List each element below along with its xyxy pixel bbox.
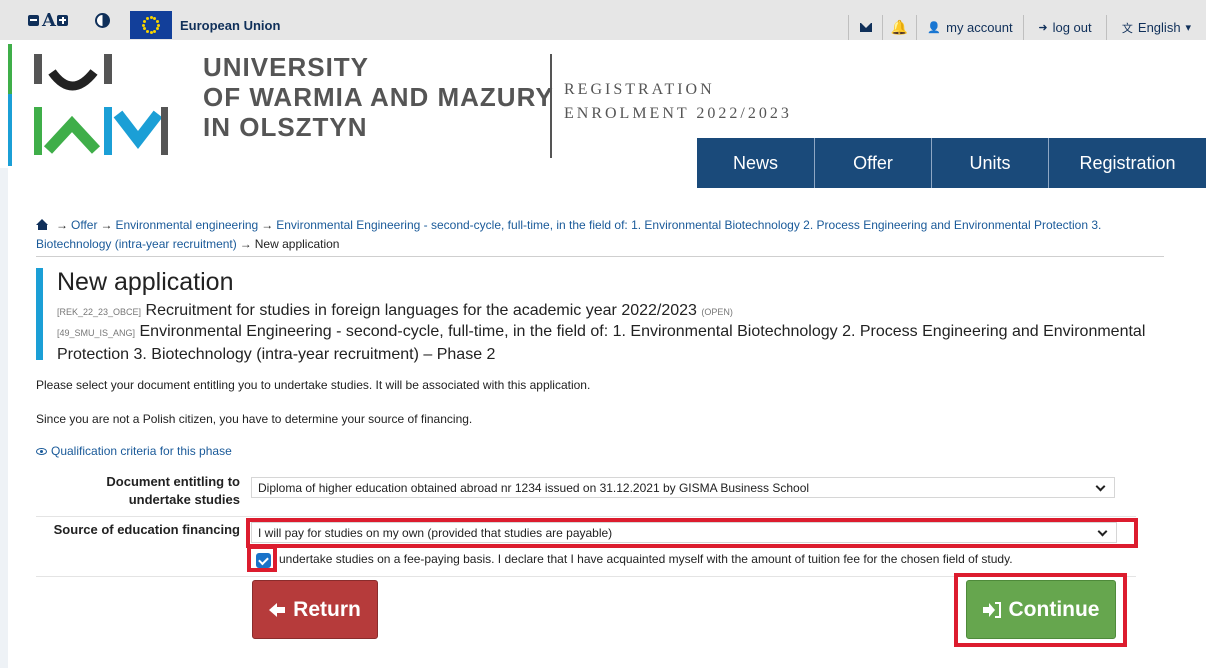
eu-star <box>145 17 149 20</box>
home-icon[interactable] <box>36 219 49 230</box>
nav-item-news[interactable]: News <box>697 138 815 188</box>
program-name: Environmental Engineering - second-cycle… <box>57 323 1146 363</box>
breadcrumb-separator: → <box>261 218 274 232</box>
declaration-text: undertake studies on a fee-paying basis.… <box>279 552 1013 566</box>
program-code: [49_SMU_IS_ANG] <box>57 328 136 338</box>
left-margin-strip <box>0 168 8 668</box>
log-out-label: log out <box>1052 20 1092 35</box>
eye-icon <box>36 448 47 455</box>
recruitment-name: Recruitment for studies in foreign langu… <box>145 302 697 319</box>
highlight-continue-button <box>954 573 1127 647</box>
eu-star <box>149 16 153 19</box>
enrolment-title: ENROLMENT 2022/2023 <box>564 105 792 122</box>
my-account-link[interactable]: 👤 my account <box>916 15 1023 40</box>
notifications-button[interactable]: 🔔 <box>882 15 916 40</box>
university-name-line-1: UNIVERSITY <box>203 52 370 82</box>
chevron-down-icon: ▾ <box>1185 22 1192 34</box>
recruitment-code: [REK_22_23_OBCE] <box>57 307 142 317</box>
university-logo[interactable] <box>28 52 168 157</box>
form-row-divider <box>36 516 1136 517</box>
eu-star <box>142 23 145 27</box>
return-button[interactable]: Return <box>252 580 378 639</box>
financing-info-text: Since you are not a Polish citizen, you … <box>36 412 473 426</box>
breadcrumb-divider <box>36 256 1164 257</box>
breadcrumb-separator: → <box>56 218 68 232</box>
main-nav: News Offer Units Registration <box>697 138 1206 188</box>
eu-star <box>143 19 146 23</box>
log-out-link[interactable]: ➜ log out <box>1023 15 1106 40</box>
nav-item-offer[interactable]: Offer <box>815 138 932 188</box>
eu-flag-icon <box>130 11 172 39</box>
breadcrumb-item-field[interactable]: Environmental engineering <box>115 218 258 232</box>
eu-label: European Union <box>180 18 281 33</box>
eu-star <box>155 27 159 31</box>
document-label: Document entitling to undertake studies <box>106 474 240 507</box>
title-accent-bar <box>36 268 43 360</box>
font-size-letter[interactable]: A <box>42 0 56 40</box>
messages-button[interactable] <box>848 15 882 40</box>
program-line: [49_SMU_IS_ANG] Environmental Engineerin… <box>57 321 1167 365</box>
nav-item-units[interactable]: Units <box>932 138 1049 188</box>
breadcrumb: → Offer → Environmental engineering → Environ… <box>36 216 1166 254</box>
page-title: New application <box>57 268 234 296</box>
nav-item-registration[interactable]: Registration <box>1049 138 1206 188</box>
university-name-line-2: OF WARMIA AND MAZURY <box>203 82 554 112</box>
recruitment-line: [REK_22_23_OBCE] Recruitment for studies… <box>57 300 733 323</box>
recruitment-status: (open) <box>701 307 733 317</box>
registration-title: REGISTRATION <box>564 81 715 98</box>
sign-out-icon: ➜ <box>1038 22 1048 34</box>
highlight-declaration-checkbox <box>247 545 277 572</box>
breadcrumb-separator: → <box>100 218 113 232</box>
language-selector[interactable]: 文 English ▾ <box>1106 15 1206 40</box>
qualification-criteria-label: Qualification criteria for this phase <box>51 444 232 458</box>
eu-star <box>157 23 160 27</box>
document-select[interactable]: Diploma of higher education obtained abr… <box>251 477 1115 498</box>
breadcrumb-item-offer[interactable]: Offer <box>71 218 97 232</box>
eu-star <box>153 29 157 33</box>
user-icon: 👤 <box>927 22 942 34</box>
university-name: UNIVERSITY OF WARMIA AND MAZURY IN OLSZT… <box>203 52 554 142</box>
eu-star <box>149 31 153 34</box>
qualification-criteria-link[interactable]: Qualification criteria for this phase <box>36 444 232 458</box>
chevron-down-icon <box>1095 481 1106 492</box>
document-info-text: Please select your document entitling yo… <box>36 378 591 392</box>
decrease-font-button[interactable] <box>28 0 41 40</box>
arrow-left-icon <box>269 602 286 617</box>
document-select-value: Diploma of higher education obtained abr… <box>258 480 810 495</box>
my-account-label: my account <box>946 20 1013 35</box>
increase-font-button[interactable] <box>57 0 68 40</box>
return-label: Return <box>293 597 361 621</box>
contrast-icon[interactable] <box>95 0 110 40</box>
university-name-line-3: IN OLSZTYN <box>203 112 368 142</box>
header-divider <box>550 54 552 158</box>
eu-star <box>155 19 159 23</box>
eu-star <box>145 29 149 33</box>
breadcrumb-separator: → <box>239 237 252 251</box>
bell-icon: 🔔 <box>890 19 909 35</box>
translate-icon: 文 <box>1121 22 1133 35</box>
highlight-financing-select <box>246 518 1138 548</box>
accent-strip-blue <box>8 94 12 166</box>
language-label: English <box>1137 20 1181 35</box>
envelope-icon <box>859 23 872 32</box>
breadcrumb-current: New application <box>254 237 340 251</box>
financing-label: Source of education financing <box>53 522 240 537</box>
